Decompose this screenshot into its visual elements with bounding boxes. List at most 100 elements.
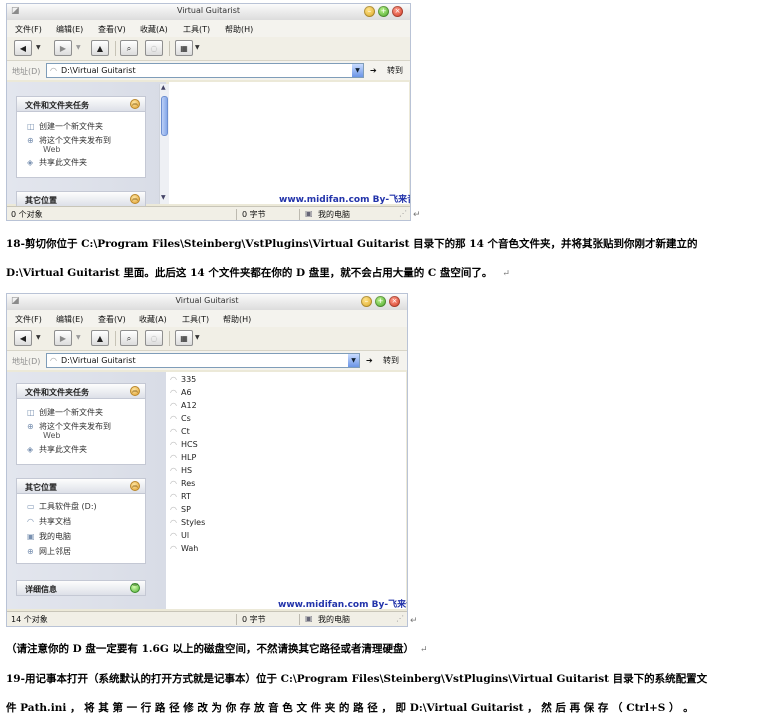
task-share-folder[interactable]: ◈ 共享此文件夹 xyxy=(27,444,87,455)
forward-button[interactable]: ▶ xyxy=(54,330,72,346)
status-divider xyxy=(236,614,237,625)
new-folder-icon: ◫ xyxy=(27,122,35,131)
maximize-button[interactable]: + xyxy=(378,6,389,17)
panel-header[interactable]: 文件和文件夹任务 ︽ xyxy=(16,96,146,112)
views-button[interactable]: ▦ xyxy=(175,330,193,346)
task-publish-web[interactable]: ⊕ 将这个文件夹发布到 xyxy=(27,421,111,432)
folder-item[interactable]: ◠ A12 xyxy=(170,401,197,410)
folder-item[interactable]: ◠ 335 xyxy=(170,375,196,384)
task-new-folder[interactable]: ◫ 创建一个新文件夹 xyxy=(27,121,103,132)
up-folder-button[interactable]: ▲ xyxy=(91,40,109,56)
toolbar: ◀ ▼ ▶ ▼ ▲ ⌕ ◌ ▦ ▼ xyxy=(7,327,407,351)
views-button[interactable]: ▦ xyxy=(175,40,193,56)
folders-button[interactable]: ◌ xyxy=(145,40,163,56)
task-pane: 文件和文件夹任务 ︽ ◫ 创建一个新文件夹 ⊕ 将这个文件夹发布到 Web ◈ 共享此… xyxy=(7,82,166,220)
task-publish-web-sub[interactable]: Web xyxy=(43,145,60,154)
address-input[interactable]: ◠ D:\Virtual Guitarist ▼ xyxy=(46,353,360,368)
folder-item[interactable]: ◠ Res xyxy=(170,479,195,488)
folder-item[interactable]: ◠ SP xyxy=(170,505,191,514)
go-button[interactable]: 转到 xyxy=(387,65,403,76)
place-drive-d[interactable]: ▭ 工具软件盘 (D:) xyxy=(27,501,97,512)
collapse-chevron-icon[interactable]: ︽ xyxy=(130,386,140,396)
title-bar[interactable]: ◪ Virtual Guitarist – + × xyxy=(7,294,407,311)
go-arrow-icon[interactable]: ➔ xyxy=(366,356,373,365)
paragraph-mark: ↵ xyxy=(410,616,418,626)
collapse-chevron-icon[interactable]: ︽ xyxy=(130,481,140,491)
go-button[interactable]: 转到 xyxy=(383,355,399,366)
close-button[interactable]: × xyxy=(389,296,400,307)
menu-file[interactable]: 文件(F) xyxy=(15,314,42,325)
folder-item[interactable]: ◠ HCS xyxy=(170,440,198,449)
task-pane-scrollbar[interactable]: ▲ ▼ xyxy=(159,84,169,204)
place-my-computer[interactable]: ▣ 我的电脑 xyxy=(27,531,71,542)
resize-grip-icon[interactable]: ⋰ xyxy=(399,209,407,218)
back-button[interactable]: ◀ xyxy=(14,40,32,56)
toolbar-divider xyxy=(169,331,170,346)
scroll-thumb[interactable] xyxy=(161,96,168,136)
go-arrow-icon[interactable]: ➔ xyxy=(370,66,377,75)
panel-header[interactable]: 其它位置 ︽ xyxy=(16,478,146,494)
forward-dropdown-icon[interactable]: ▼ xyxy=(76,44,81,51)
maximize-button[interactable]: + xyxy=(375,296,386,307)
folder-item[interactable]: ◠ HS xyxy=(170,466,192,475)
task-share-folder[interactable]: ◈ 共享此文件夹 xyxy=(27,157,87,168)
folder-item[interactable]: ◠ Styles xyxy=(170,518,205,527)
back-dropdown-icon[interactable]: ▼ xyxy=(36,334,41,341)
folder-item[interactable]: ◠ Cs xyxy=(170,414,191,423)
menu-edit[interactable]: 编辑(E) xyxy=(56,314,83,325)
menu-help[interactable]: 帮助(H) xyxy=(223,314,251,325)
menu-view[interactable]: 查看(V) xyxy=(98,314,126,325)
address-input[interactable]: ◠ D:\Virtual Guitarist ▼ xyxy=(46,63,364,78)
forward-dropdown-icon[interactable]: ▼ xyxy=(76,334,81,341)
folder-item[interactable]: ◠ Ul xyxy=(170,531,189,540)
expand-chevron-icon[interactable]: ︾ xyxy=(130,583,140,593)
resize-grip-icon[interactable]: ⋰ xyxy=(396,614,404,623)
file-list[interactable]: www.midifan.com By-飞来音 xyxy=(169,82,410,205)
folder-item[interactable]: ◠ A6 xyxy=(170,388,192,397)
menu-view[interactable]: 查看(V) xyxy=(98,24,126,35)
search-button[interactable]: ⌕ xyxy=(120,40,138,56)
views-dropdown-icon[interactable]: ▼ xyxy=(195,334,200,341)
menu-favorites[interactable]: 收藏(A) xyxy=(140,24,168,35)
menu-tools[interactable]: 工具(T) xyxy=(183,24,210,35)
address-dropdown-icon[interactable]: ▼ xyxy=(352,64,363,77)
collapse-chevron-icon[interactable]: ︽ xyxy=(130,194,140,204)
folder-item[interactable]: ◠ Ct xyxy=(170,427,190,436)
close-button[interactable]: × xyxy=(392,6,403,17)
scroll-up-icon[interactable]: ▲ xyxy=(161,84,166,91)
task-publish-web[interactable]: ⊕ 将这个文件夹发布到 xyxy=(27,135,111,146)
task-publish-web-sub[interactable]: Web xyxy=(43,431,60,440)
back-dropdown-icon[interactable]: ▼ xyxy=(36,44,41,51)
file-list[interactable]: ◠ 335 ◠ A6 ◠ A12 ◠ Cs ◠ Ct ◠ HCS ◠ HLP ◠ HS ◠ Res… xyxy=(166,372,407,610)
folder-item[interactable]: ◠ RT xyxy=(170,492,191,501)
collapse-chevron-icon[interactable]: ︽ xyxy=(130,99,140,109)
folder-item[interactable]: ◠ HLP xyxy=(170,453,196,462)
place-shared-docs[interactable]: ◠ 共享文档 xyxy=(27,516,71,527)
forward-button[interactable]: ▶ xyxy=(54,40,72,56)
file-folder-tasks-panel: 文件和文件夹任务 ︽ ◫ 创建一个新文件夹 ⊕ 将这个文件夹发布到 Web ◈ 共享此… xyxy=(16,383,146,465)
panel-header[interactable]: 详细信息 ︾ xyxy=(16,580,146,596)
views-dropdown-icon[interactable]: ▼ xyxy=(195,44,200,51)
menu-tools[interactable]: 工具(T) xyxy=(182,314,209,325)
title-bar[interactable]: ◪ Virtual Guitarist – + × xyxy=(7,4,410,21)
task-new-folder[interactable]: ◫ 创建一个新文件夹 xyxy=(27,407,103,418)
folder-item[interactable]: ◠ Wah xyxy=(170,544,198,553)
minimize-button[interactable]: – xyxy=(364,6,375,17)
panel-header[interactable]: 其它位置 ︽ xyxy=(16,191,146,207)
menu-favorites[interactable]: 收藏(A) xyxy=(139,314,167,325)
menu-file[interactable]: 文件(F) xyxy=(15,24,42,35)
place-network[interactable]: ⊕ 网上邻居 xyxy=(27,546,71,557)
back-button[interactable]: ◀ xyxy=(14,330,32,346)
status-objects: 0 个对象 xyxy=(11,210,43,219)
address-dropdown-icon[interactable]: ▼ xyxy=(348,354,359,367)
panel-header[interactable]: 文件和文件夹任务 ︽ xyxy=(16,383,146,399)
search-button[interactable]: ⌕ xyxy=(120,330,138,346)
menu-edit[interactable]: 编辑(E) xyxy=(56,24,83,35)
folders-button[interactable]: ◌ xyxy=(145,330,163,346)
up-folder-button[interactable]: ▲ xyxy=(91,330,109,346)
minimize-button[interactable]: – xyxy=(361,296,372,307)
scroll-down-icon[interactable]: ▼ xyxy=(161,194,166,201)
menu-bar: 文件(F) 编辑(E) 查看(V) 收藏(A) 工具(T) 帮助(H) xyxy=(7,310,407,327)
explorer-window-2: ◪ Virtual Guitarist – + × 文件(F) 编辑(E) 查看… xyxy=(6,293,408,627)
menu-help[interactable]: 帮助(H) xyxy=(225,24,253,35)
